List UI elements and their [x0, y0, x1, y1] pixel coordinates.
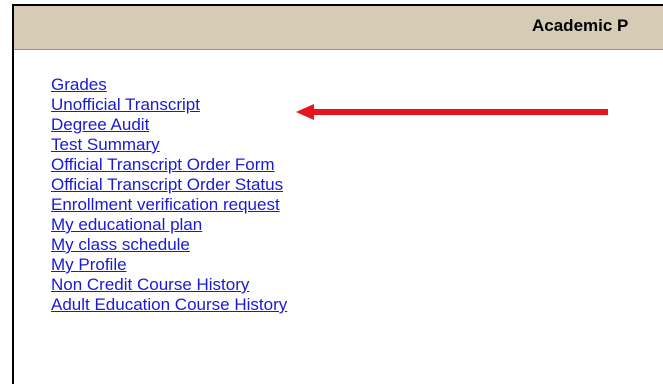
- list-item: My Profile: [51, 255, 287, 275]
- link-official-transcript-order-form[interactable]: Official Transcript Order Form: [51, 155, 275, 174]
- link-my-educational-plan[interactable]: My educational plan: [51, 215, 202, 234]
- red-arrow-icon: [296, 104, 608, 120]
- link-enrollment-verification-request[interactable]: Enrollment verification request: [51, 195, 280, 214]
- academic-links-list: Grades Unofficial Transcript Degree Audi…: [51, 75, 287, 315]
- link-adult-education-course-history[interactable]: Adult Education Course History: [51, 295, 287, 314]
- section-title: Academic P: [532, 16, 629, 35]
- link-test-summary[interactable]: Test Summary: [51, 135, 160, 154]
- link-non-credit-course-history[interactable]: Non Credit Course History: [51, 275, 249, 294]
- list-item: My class schedule: [51, 235, 287, 255]
- list-item: Degree Audit: [51, 115, 287, 135]
- link-unofficial-transcript[interactable]: Unofficial Transcript: [51, 95, 200, 114]
- link-official-transcript-order-status[interactable]: Official Transcript Order Status: [51, 175, 283, 194]
- link-my-profile[interactable]: My Profile: [51, 255, 127, 274]
- arrow-shaft: [310, 109, 608, 115]
- list-item: Unofficial Transcript: [51, 95, 287, 115]
- link-degree-audit[interactable]: Degree Audit: [51, 115, 149, 134]
- list-item: Official Transcript Order Status: [51, 175, 287, 195]
- list-item: Test Summary: [51, 135, 287, 155]
- list-item: Adult Education Course History: [51, 295, 287, 315]
- link-grades[interactable]: Grades: [51, 75, 107, 94]
- list-item: Non Credit Course History: [51, 275, 287, 295]
- list-item: Official Transcript Order Form: [51, 155, 287, 175]
- link-my-class-schedule[interactable]: My class schedule: [51, 235, 190, 254]
- list-item: Enrollment verification request: [51, 195, 287, 215]
- section-header: Academic P: [14, 6, 663, 50]
- list-item: My educational plan: [51, 215, 287, 235]
- list-item: Grades: [51, 75, 287, 95]
- arrow-head: [296, 104, 314, 120]
